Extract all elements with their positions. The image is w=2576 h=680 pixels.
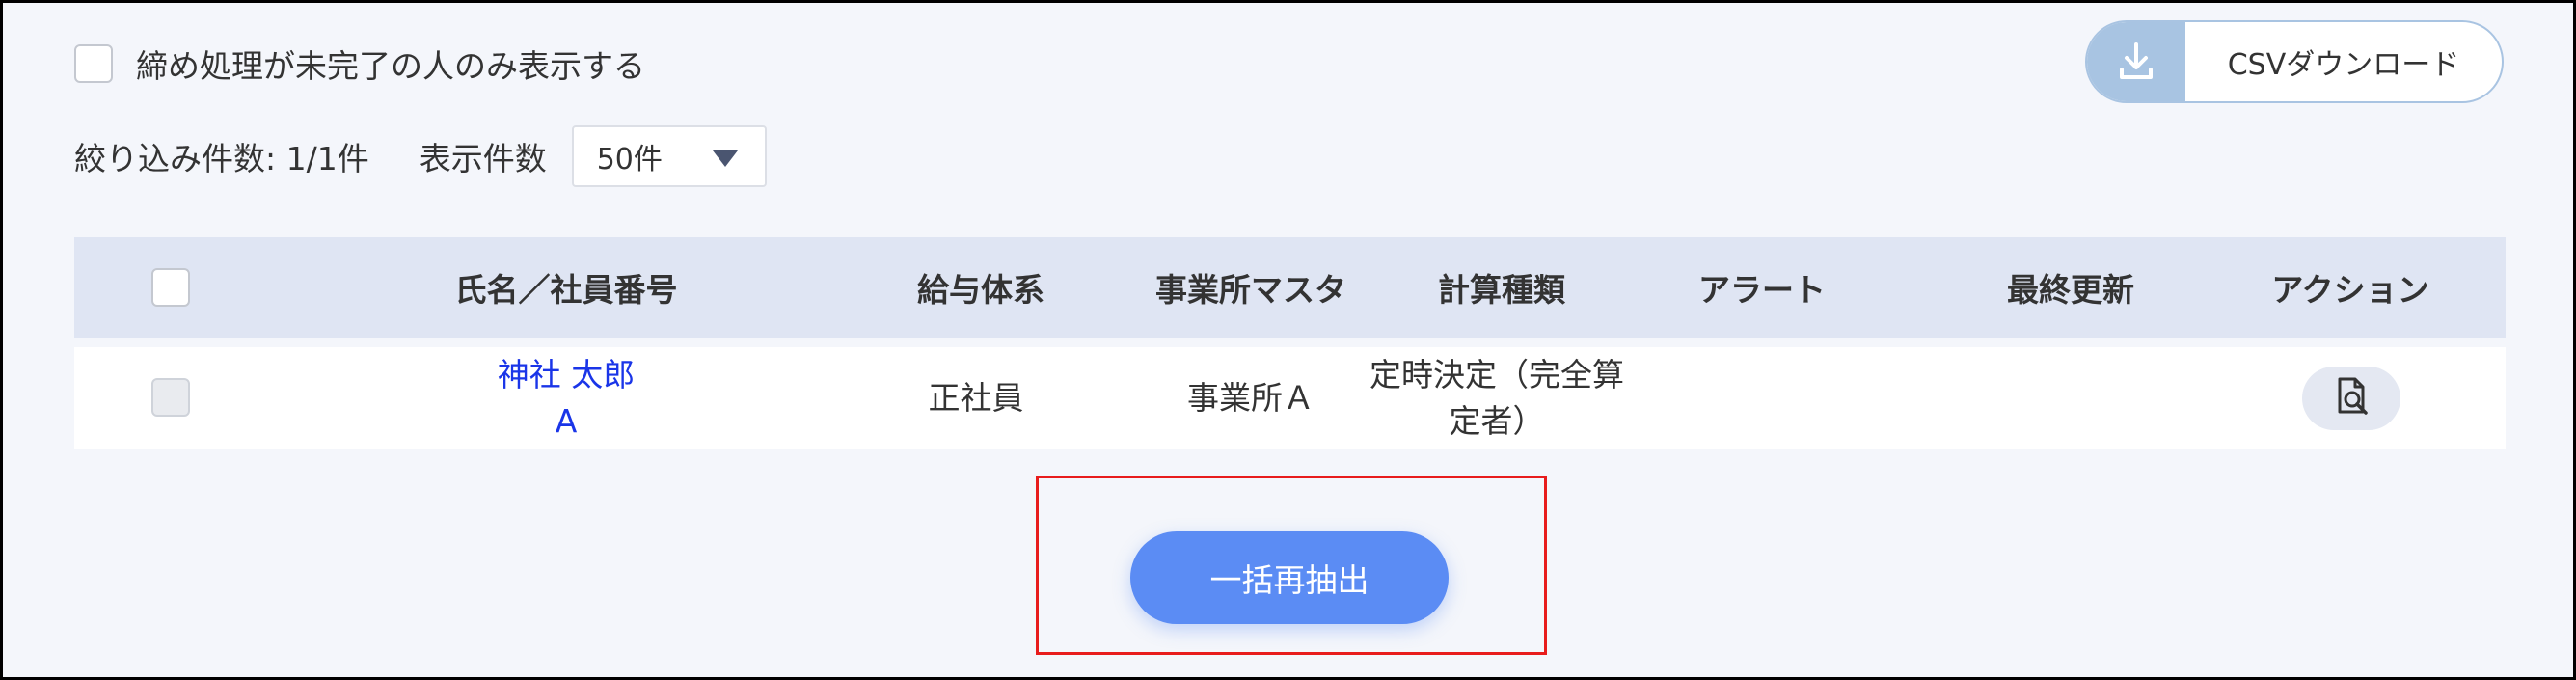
column-header-last-updated: 最終更新: [2007, 271, 2134, 309]
filtered-count: 絞り込み件数: 1/1件: [74, 140, 369, 177]
column-header-salary-system: 給与体系: [917, 271, 1044, 309]
column-header-calc-type: 計算種類: [1438, 271, 1565, 309]
list-toolbar: 絞り込み件数: 1/1件 表示件数 50件: [74, 124, 767, 188]
document-search-icon: [2330, 375, 2373, 422]
select-all-checkbox[interactable]: [151, 268, 190, 307]
download-icon: [2087, 22, 2185, 101]
employee-name-cell: 神社 太郎 A: [393, 347, 740, 449]
csv-download-label: CSVダウンロード: [2227, 48, 2460, 82]
table-header: 氏名／社員番号 給与体系 事業所マスタ 計算種類 アラート 最終更新 アクション: [74, 237, 2506, 338]
employee-name-link[interactable]: 神社 太郎 A: [498, 352, 636, 445]
last-updated-cell: [1926, 347, 2215, 449]
calc-type-line1: 定時決定（完全算: [1369, 356, 1624, 394]
chevron-down-icon: [712, 150, 738, 167]
csv-download-button[interactable]: CSVダウンロード: [2085, 20, 2504, 103]
incomplete-only-filter[interactable]: 締め処理が未完了の人のみ表示する: [74, 44, 645, 85]
per-page-label: 表示件数: [419, 140, 547, 177]
calc-type-line2: 定者）: [1449, 402, 1545, 440]
column-header-action: アクション: [2271, 271, 2429, 309]
employee-number: A: [555, 402, 578, 440]
table-row: 神社 太郎 A 正社員 事業所Ａ 定時決定（完全算 定者）: [74, 347, 2506, 449]
per-page-value: 50件: [596, 143, 663, 177]
detail-view-button[interactable]: [2302, 367, 2400, 430]
page-frame: 締め処理が未完了の人のみ表示する CSVダウンロード 絞り込み件数: 1/1件 …: [0, 0, 2576, 680]
employee-name: 神社 太郎: [497, 356, 636, 394]
row-checkbox[interactable]: [151, 378, 190, 417]
incomplete-only-checkbox[interactable]: [74, 44, 113, 83]
salary-system-cell: 正社員: [928, 379, 1024, 417]
bulk-reextract-button[interactable]: 一括再抽出: [1130, 531, 1449, 624]
column-header-alert: アラート: [1698, 271, 1826, 309]
incomplete-only-label: 締め処理が未完了の人のみ表示する: [136, 47, 645, 85]
alert-cell: [1617, 347, 1907, 449]
column-header-name: 氏名／社員番号: [454, 271, 678, 309]
per-page-select[interactable]: 50件: [571, 125, 767, 187]
